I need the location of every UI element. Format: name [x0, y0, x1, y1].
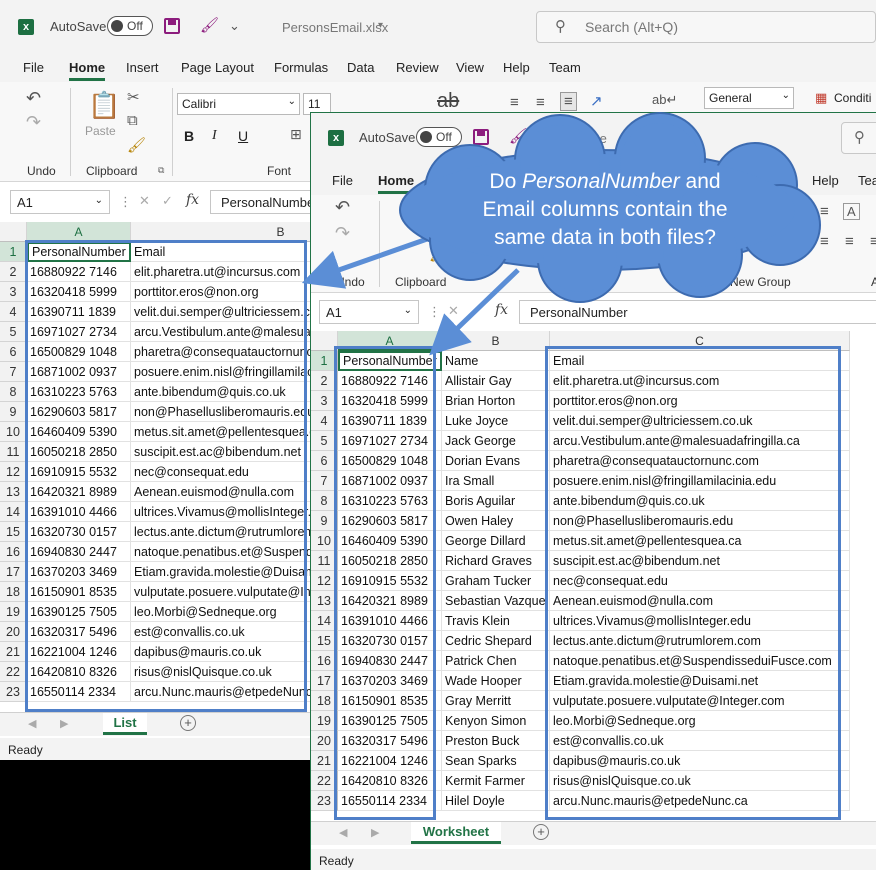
arrow-to-front-window	[429, 268, 520, 356]
callout-arrows	[301, 112, 821, 356]
arrow-to-back-window	[301, 235, 431, 289]
callout-line-3: same data in both files?	[494, 226, 716, 249]
callout-question: Do PersonalNumber and Email columns cont…	[440, 168, 770, 252]
callout-line-1: Do PersonalNumber and	[489, 170, 721, 193]
callout-line-2: Email columns contain the	[482, 198, 728, 221]
